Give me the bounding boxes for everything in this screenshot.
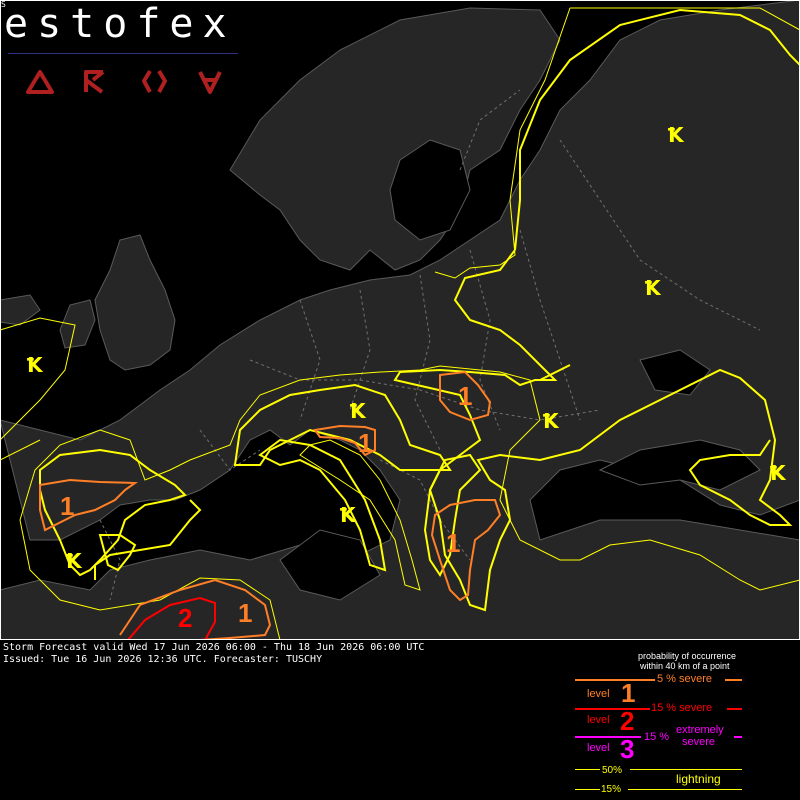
level1-prob: 5 % severe — [657, 673, 713, 685]
level2-num: 2 — [620, 706, 635, 736]
logo-text[interactable]: estofex — [4, 2, 236, 46]
lightning-50-label: 50% — [602, 765, 623, 776]
issued-line: Issued: Tue 16 Jun 2026 12:36 UTC. Forec… — [3, 654, 323, 665]
level3-extreme-1: extremely — [676, 724, 724, 736]
level1-line-right — [725, 679, 742, 681]
level2-label-map: 2 — [178, 603, 192, 633]
level1-label-map: 1 — [238, 598, 252, 628]
lightning-15-label: 15% — [601, 784, 622, 795]
lightning-15-line-right — [628, 789, 742, 790]
level3-prob: 15 % — [644, 731, 670, 743]
legend: probability of occurrence within 40 km o… — [570, 648, 800, 800]
level2-line — [575, 708, 650, 710]
legend-header-1: probability of occurrence — [638, 651, 737, 661]
lightning-label: lightning — [676, 772, 721, 786]
forecast-map: 1 1 1 1 1 2 Ꝁ Ꝁ Ꝁ Ꝁ Ꝁ Ꝁ Ꝁ Ꝁ — [0, 0, 800, 640]
legend-header-2: within 40 km of a point — [640, 661, 730, 671]
level3-word: level — [587, 742, 610, 754]
level2-prob: 15 % severe — [651, 702, 713, 714]
level2-word: level — [587, 714, 610, 726]
level1-label-map: 1 — [60, 491, 74, 521]
level1-label-map: 1 — [358, 428, 372, 458]
level1-label-map: 1 — [446, 528, 460, 558]
level1-label-map: 1 — [458, 381, 472, 411]
level3-extreme-2: severe — [682, 736, 716, 748]
lightning-15-line — [575, 789, 600, 790]
corner-mark: S — [1, 0, 6, 9]
level1-line — [575, 679, 655, 681]
logo-underline — [8, 53, 238, 54]
lightning-50-line-right — [630, 769, 742, 770]
level2-line-right — [727, 708, 742, 710]
lightning-50-line — [575, 769, 600, 770]
valid-line: Storm Forecast valid Wed 17 Jun 2026 06:… — [3, 642, 425, 653]
level3-line-right — [734, 736, 742, 738]
level3-num: 3 — [620, 734, 635, 764]
level1-word: level — [587, 688, 610, 700]
level1-num: 1 — [621, 678, 636, 708]
